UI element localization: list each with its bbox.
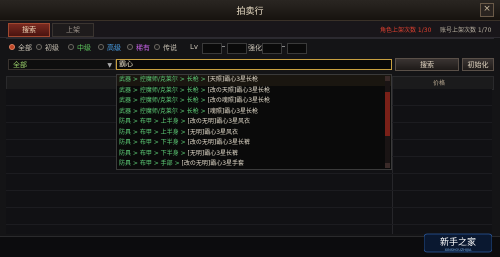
suggestion-item[interactable]: 防具 > 布甲 > 上半身 > [改の无明]霸心3星风衣	[117, 117, 391, 128]
search-input[interactable]: 霸心	[116, 59, 392, 70]
level-max-input[interactable]	[227, 43, 247, 54]
radio-advanced[interactable]	[98, 44, 104, 50]
suggestion-name: [改の无明]霸心3星风衣	[187, 118, 251, 125]
scroll-down-icon[interactable]	[385, 163, 390, 168]
account-listing-count: 账号上架次数 1/70	[440, 27, 492, 34]
radio-all[interactable]	[9, 44, 15, 50]
tab-listing[interactable]: 上架	[52, 23, 94, 37]
enhance-label: 强化	[248, 44, 262, 52]
suggestion-item[interactable]: 防具 > 布甲 > 下半身 > [无明]霸心3星长裤	[117, 149, 391, 160]
autocomplete-scrollbar[interactable]	[385, 76, 390, 168]
reset-button[interactable]: 初始化	[462, 58, 494, 71]
suggestion-path: 防具 > 布甲 > 上半身 >	[119, 118, 188, 125]
scroll-thumb[interactable]	[385, 92, 390, 136]
column-divider	[392, 76, 393, 234]
auction-window: 拍卖行 × 搜索 上架 角色上架次数 1/30 账号上架次数 1/70 全部 初…	[0, 0, 500, 257]
radio-legendary[interactable]	[154, 44, 160, 50]
price-column-header: 价格	[433, 80, 446, 87]
suggestion-item[interactable]: 武器 > 控魔师/克莱尔 > 长枪 > [天照]霸心3星长枪	[117, 75, 391, 86]
row-divider	[6, 173, 492, 174]
radio-basic[interactable]	[36, 44, 42, 50]
title-bar[interactable]: 拍卖行 ×	[0, 0, 500, 21]
suggestion-path: 防具 > 布甲 > 下半身 >	[119, 139, 188, 146]
suggestion-name: [魂照]霸心3星长枪	[207, 107, 259, 115]
suggestion-item[interactable]: 武器 > 控魔师/克莱尔 > 长枪 > [改の魂照]霸心3星长枪	[117, 96, 391, 107]
row-divider	[6, 224, 492, 225]
chevron-down-icon: ▼	[107, 62, 112, 69]
suggestion-path: 武器 > 控魔师/克莱尔 > 长枪 >	[119, 97, 208, 104]
svg-text:新手之家: 新手之家	[440, 236, 476, 248]
suggestion-item[interactable]: 防具 > 布甲 > 上半身 > [无明]霸心3星风衣	[117, 128, 391, 139]
suggestion-name: [改の魂照]霸心3星长枪	[207, 97, 271, 104]
divider	[6, 38, 494, 39]
suggestion-path: 防具 > 布甲 > 手部 >	[119, 160, 182, 167]
enhance-range-separator	[282, 46, 285, 47]
suggestion-name: [无明]霸心3星长裤	[187, 149, 239, 157]
suggestion-name: [无明]霸心3星风衣	[187, 128, 239, 136]
search-row: 全部 ▼ 霸心 搜索 初始化	[0, 58, 500, 72]
suggestion-path: 武器 > 控魔师/克莱尔 > 长枪 >	[119, 86, 208, 94]
radio-intermediate[interactable]	[68, 44, 74, 50]
rarity-label-rare: 稀有	[136, 44, 150, 52]
category-value: 全部	[13, 61, 27, 69]
level-min-input[interactable]	[202, 43, 222, 54]
close-button[interactable]: ×	[480, 3, 494, 17]
enhance-max-input[interactable]	[287, 43, 307, 54]
suggestion-path: 武器 > 控魔师/克莱尔 > 长枪 >	[119, 107, 208, 115]
row-divider	[6, 190, 492, 191]
search-button[interactable]: 搜索	[395, 58, 459, 71]
rarity-label-intermediate: 中级	[77, 44, 91, 52]
suggestion-name: [改の无明]霸心3星手套	[181, 160, 245, 167]
rarity-label-legendary: 传说	[163, 44, 177, 52]
suggestion-name: [改の天照]霸心3星长枪	[207, 86, 271, 94]
rarity-label-basic: 初级	[45, 44, 59, 52]
row-divider	[6, 207, 492, 208]
suggestion-item[interactable]: 武器 > 控魔师/克莱尔 > 长枪 > [改の天照]霸心3星长枪	[117, 86, 391, 97]
autocomplete-list: 武器 > 控魔师/克莱尔 > 长枪 > [天照]霸心3星长枪 武器 > 控魔师/…	[116, 74, 392, 170]
enhance-min-input[interactable]	[262, 43, 282, 54]
suggestion-item[interactable]: 武器 > 控魔师/克莱尔 > 长枪 > [魂照]霸心3星长枪	[117, 107, 391, 118]
suggestion-path: 武器 > 控魔师/克莱尔 > 长枪 >	[119, 76, 208, 83]
suggestion-path: 防具 > 布甲 > 下半身 >	[119, 149, 188, 157]
rarity-filter-row: 全部 初级 中级 高级 稀有 传说 Lv 强化	[0, 41, 500, 55]
category-dropdown[interactable]: 全部 ▼	[8, 59, 116, 70]
rarity-label-advanced: 高级	[107, 44, 121, 52]
watermark-logo: 新手之家 XINSHOUZHIJIA	[424, 233, 492, 253]
window-title: 拍卖行	[236, 7, 264, 17]
svg-text:XINSHOUZHIJIA: XINSHOUZHIJIA	[445, 248, 472, 252]
suggestion-item[interactable]: 防具 > 布甲 > 手部 > [改の无明]霸心3星手套	[117, 159, 391, 170]
rarity-label-all: 全部	[18, 44, 32, 52]
tab-bar: 搜索 上架 角色上架次数 1/30 账号上架次数 1/70	[0, 21, 500, 38]
suggestion-name: [改の无明]霸心3星长裤	[187, 139, 251, 146]
suggestion-path: 防具 > 布甲 > 上半身 >	[119, 128, 188, 136]
level-label: Lv	[190, 43, 199, 51]
suggestion-item[interactable]: 防具 > 布甲 > 下半身 > [改の无明]霸心3星长裤	[117, 138, 391, 149]
role-listing-count: 角色上架次数 1/30	[380, 27, 432, 34]
suggestion-name: [天照]霸心3星长枪	[207, 76, 259, 83]
tab-search[interactable]: 搜索	[8, 23, 50, 37]
level-range-separator	[222, 46, 225, 47]
radio-rare[interactable]	[127, 44, 133, 50]
scroll-up-icon[interactable]	[385, 76, 390, 81]
